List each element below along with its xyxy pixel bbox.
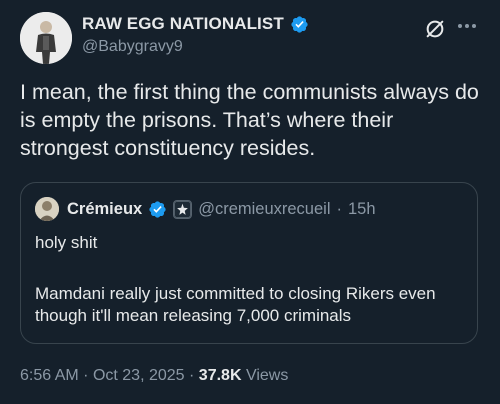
author-avatar[interactable] — [20, 12, 72, 64]
views-count[interactable]: 37.8K — [199, 367, 242, 384]
quoted-header: Crémieux @cremieuxrecueil · 15h — [67, 200, 376, 219]
meta-separator: · — [189, 367, 195, 384]
quoted-author-name[interactable]: Crémieux — [67, 200, 142, 219]
meta-separator: · — [83, 367, 89, 384]
views-label: Views — [245, 367, 289, 384]
more-icon[interactable] — [458, 22, 480, 30]
quoted-author-handle[interactable]: @cremieuxrecueil — [198, 200, 330, 219]
author-name-text[interactable]: RAW EGG NATIONALIST — [82, 14, 284, 34]
verified-badge-icon — [291, 15, 308, 33]
quoted-text-body: Mamdani really just committed to closing… — [35, 284, 436, 325]
quoted-text-line1: holy shit — [35, 233, 98, 252]
tweet-time[interactable]: 6:56 AM — [20, 367, 79, 384]
tweet-card: RAW EGG NATIONALIST @Babygravy9 I mean, … — [0, 0, 500, 404]
author-name[interactable]: RAW EGG NATIONALIST — [82, 14, 309, 34]
affiliate-badge-icon — [173, 200, 193, 219]
tweet-date[interactable]: Oct 23, 2025 — [93, 367, 185, 384]
quoted-author-avatar[interactable] — [35, 197, 59, 221]
quoted-separator: · — [336, 200, 343, 218]
quoted-timestamp[interactable]: 15h — [348, 200, 376, 219]
grok-icon[interactable] — [424, 18, 446, 40]
author-handle[interactable]: @Babygravy9 — [82, 38, 183, 56]
verified-badge-icon — [149, 201, 166, 218]
tweet-text: I mean, the first thing the communists a… — [20, 80, 479, 160]
tweet-meta: 6:56 AM · Oct 23, 2025 · 37.8K Views — [20, 367, 288, 385]
quoted-tweet[interactable]: Crémieux @cremieuxrecueil · 15h holy shi… — [20, 182, 478, 344]
